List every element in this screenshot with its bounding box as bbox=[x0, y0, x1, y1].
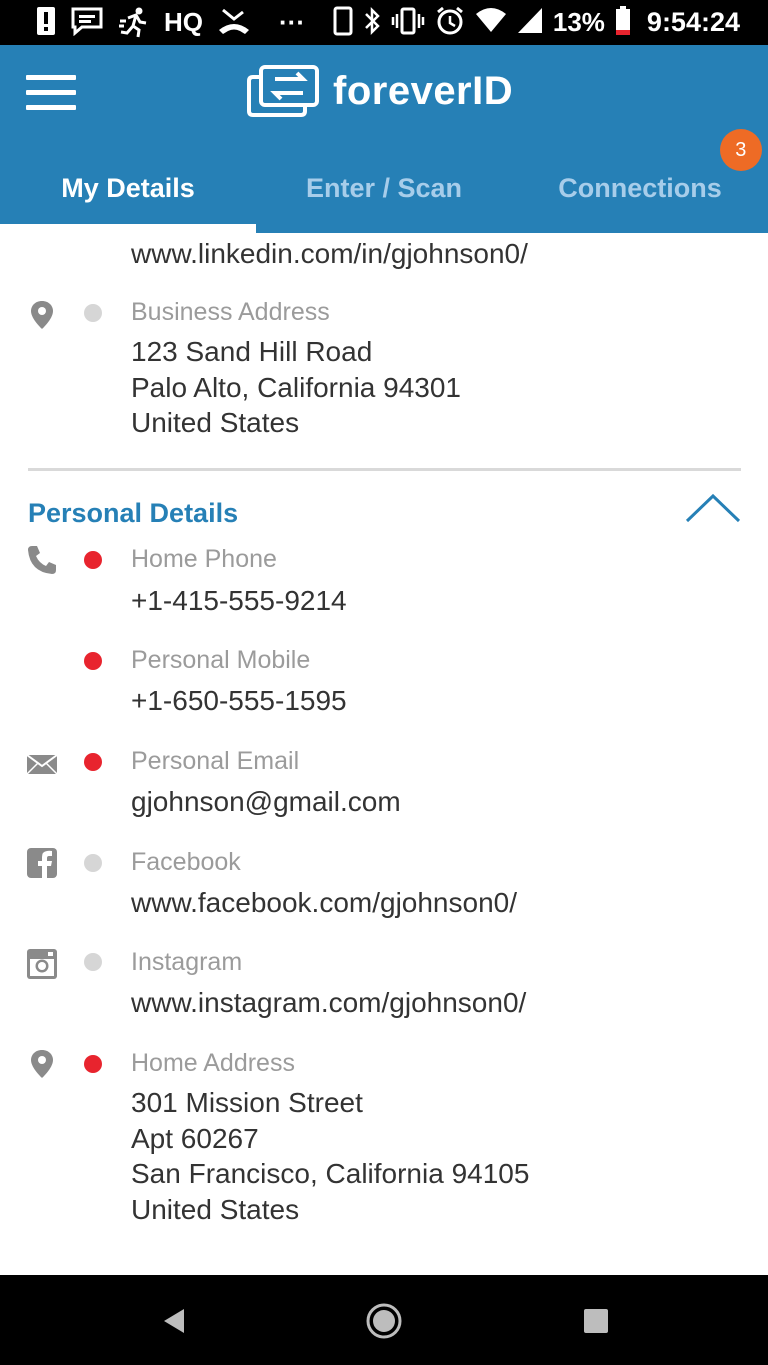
home-button[interactable] bbox=[364, 1301, 404, 1341]
details-scroll-view[interactable]: www.linkedin.com/in/gjohnson0/ Business … bbox=[0, 233, 768, 1275]
status-bar: HQ ··· 13% 9:54:24 bbox=[0, 0, 768, 45]
home-icon bbox=[366, 1303, 402, 1339]
hq-icon: HQ bbox=[164, 7, 203, 37]
notification-badge: 3 bbox=[719, 129, 762, 171]
visibility-dot[interactable] bbox=[84, 854, 102, 872]
missed-call-icon bbox=[217, 6, 251, 38]
collapse-section-button[interactable] bbox=[684, 491, 742, 525]
location-icon bbox=[26, 299, 58, 331]
facebook-icon bbox=[26, 847, 58, 879]
email-icon bbox=[26, 748, 58, 780]
tab-label: Enter / Scan bbox=[305, 173, 463, 203]
instagram-icon bbox=[26, 948, 58, 980]
chevron-up-icon bbox=[685, 493, 741, 523]
business-address-label: Business Address bbox=[131, 298, 330, 326]
visibility-dot[interactable] bbox=[84, 953, 102, 971]
home-address-label: Home Address bbox=[131, 1049, 295, 1077]
vibrate-icon bbox=[391, 6, 425, 38]
section-divider bbox=[28, 468, 741, 471]
system-nav-bar bbox=[0, 1275, 768, 1365]
tab-enter-scan[interactable]: Enter / Scan bbox=[256, 155, 512, 233]
recents-button[interactable] bbox=[578, 1303, 614, 1339]
alarm-icon bbox=[435, 6, 465, 38]
back-icon bbox=[164, 1309, 184, 1333]
app-bar: foreverID My Details Enter / Scan Connec… bbox=[0, 45, 768, 233]
personal-mobile-value[interactable]: +1-650-555-1595 bbox=[131, 683, 347, 719]
visibility-dot[interactable] bbox=[84, 551, 102, 569]
app-logo: foreverID bbox=[245, 63, 513, 119]
message-icon bbox=[70, 6, 104, 38]
home-phone-label: Home Phone bbox=[131, 545, 277, 573]
clock: 9:54:24 bbox=[646, 7, 740, 37]
wifi-icon bbox=[475, 6, 507, 38]
visibility-dot[interactable] bbox=[84, 304, 102, 322]
visibility-dot[interactable] bbox=[84, 753, 102, 771]
run-icon bbox=[118, 6, 150, 38]
instagram-label: Instagram bbox=[131, 948, 243, 976]
phone-icon bbox=[26, 544, 58, 576]
visibility-dot[interactable] bbox=[84, 652, 102, 670]
more-icon: ··· bbox=[279, 7, 305, 37]
location-icon bbox=[26, 1048, 58, 1080]
app-title: foreverID bbox=[333, 68, 514, 113]
visibility-dot[interactable] bbox=[84, 1055, 102, 1073]
hamburger-icon bbox=[26, 75, 76, 80]
tab-label: My Details bbox=[61, 173, 195, 203]
personal-details-title: Personal Details bbox=[28, 498, 239, 528]
tab-connections[interactable]: Connections 3 bbox=[512, 129, 768, 233]
signal-icon bbox=[517, 6, 543, 38]
back-button[interactable] bbox=[158, 1303, 194, 1339]
home-address-value[interactable]: 301 Mission Street Apt 60267 San Francis… bbox=[131, 1085, 529, 1227]
tab-label: Connections bbox=[558, 173, 722, 203]
facebook-label: Facebook bbox=[131, 848, 241, 876]
battery-percent: 13% bbox=[552, 7, 605, 37]
menu-button[interactable] bbox=[26, 75, 78, 111]
active-tab-indicator bbox=[0, 224, 256, 233]
hamburger-icon-line bbox=[26, 90, 76, 95]
bluetooth-icon bbox=[363, 6, 381, 38]
personal-email-label: Personal Email bbox=[131, 747, 300, 775]
personal-email-value[interactable]: gjohnson@gmail.com bbox=[131, 784, 401, 820]
personal-mobile-label: Personal Mobile bbox=[131, 646, 311, 674]
phone-outline-icon bbox=[333, 6, 353, 38]
facebook-value[interactable]: www.facebook.com/gjohnson0/ bbox=[131, 885, 517, 921]
foreverid-logo-icon bbox=[247, 65, 319, 117]
hamburger-icon-line bbox=[26, 105, 76, 110]
tab-my-details[interactable]: My Details bbox=[0, 155, 256, 233]
home-phone-value[interactable]: +1-415-555-9214 bbox=[131, 583, 347, 619]
business-address-value[interactable]: 123 Sand Hill Road Palo Alto, California… bbox=[131, 334, 461, 441]
tab-bar: My Details Enter / Scan Connections 3 bbox=[0, 129, 768, 233]
tab-label-wrap: Connections 3 bbox=[558, 129, 762, 221]
linkedin-value[interactable]: www.linkedin.com/in/gjohnson0/ bbox=[131, 236, 528, 272]
instagram-value[interactable]: www.instagram.com/gjohnson0/ bbox=[131, 985, 526, 1021]
battery-icon bbox=[615, 6, 631, 38]
alert-icon bbox=[36, 6, 56, 38]
recents-icon bbox=[584, 1309, 608, 1333]
